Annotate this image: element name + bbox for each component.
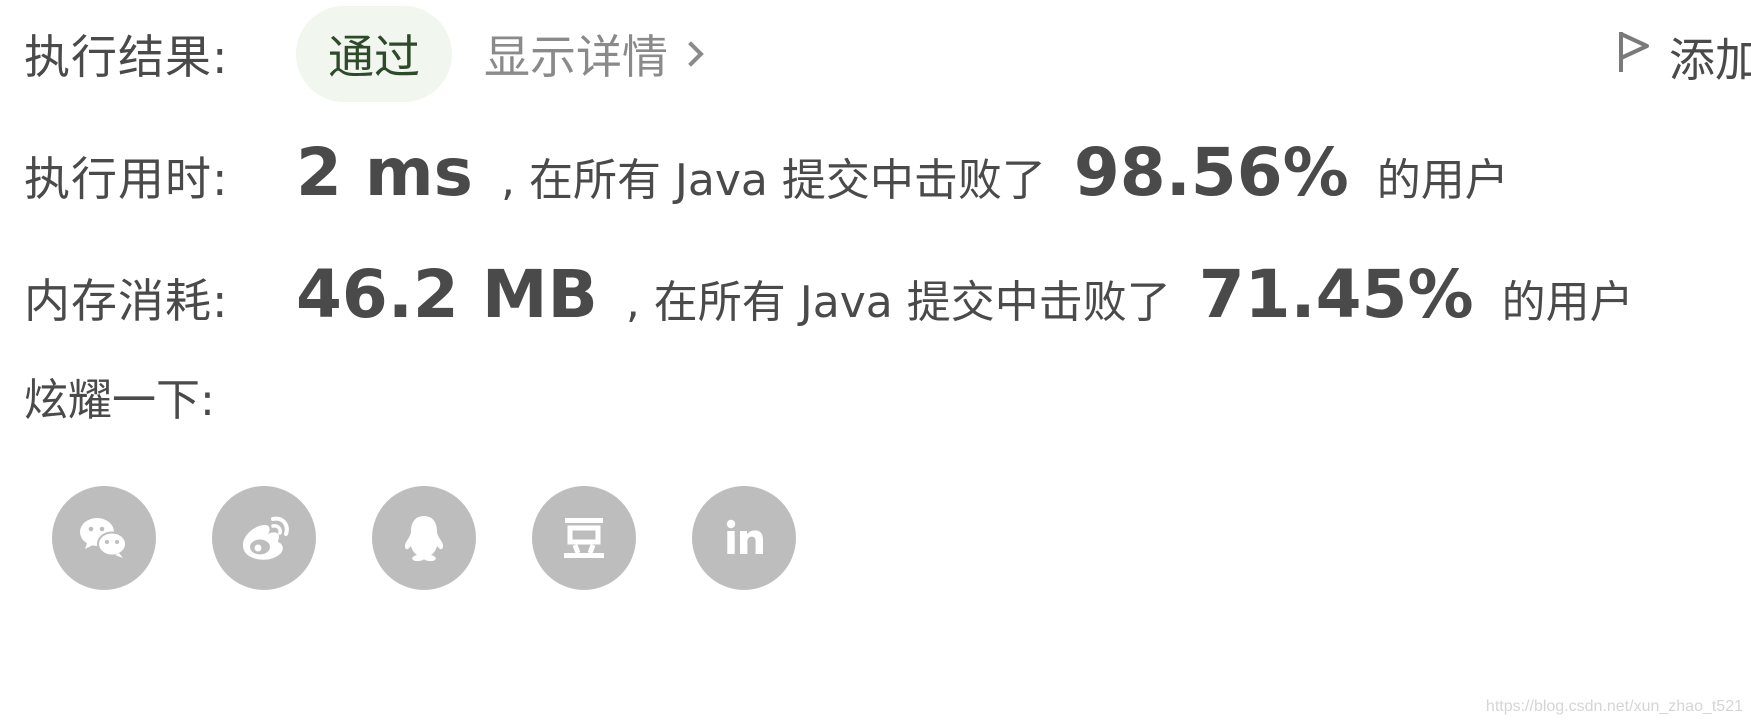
douban-icon — [564, 518, 604, 558]
submission-result-panel: 执行结果: 通过 显示详情 添加 执行用时: 2 ms , 在所有 Java 提… — [0, 0, 1751, 722]
watermark: https://blog.csdn.net/xun_zhao_t521 — [1485, 698, 1743, 715]
wechat-share-button[interactable] — [52, 486, 156, 590]
memory-value: 46.2 MB — [296, 256, 598, 333]
runtime-label: 执行用时: — [24, 152, 229, 206]
share-icons — [52, 486, 852, 590]
memory-percent: 71.45% — [1198, 256, 1474, 333]
linkedin-icon — [726, 519, 763, 554]
linkedin-share-button[interactable] — [692, 486, 796, 590]
wechat-icon — [80, 518, 127, 558]
runtime-beat-text: , 在所有 Java 提交中击败了 — [500, 155, 1046, 206]
share-label: 炫耀一下: — [24, 375, 215, 426]
runtime-percent: 98.56% — [1073, 134, 1349, 211]
weibo-icon — [243, 516, 289, 560]
runtime-value: 2 ms — [296, 134, 473, 211]
douban-share-button[interactable] — [532, 486, 636, 590]
qq-icon — [404, 516, 444, 562]
add-note-button[interactable]: 添加 — [1617, 24, 1751, 90]
runtime-suffix: 的用户 — [1376, 155, 1509, 206]
result-label: 执行结果: — [24, 30, 229, 84]
memory-beat-text: , 在所有 Java 提交中击败了 — [625, 277, 1171, 328]
show-details-link[interactable]: 显示详情 — [484, 21, 704, 87]
memory-suffix: 的用户 — [1501, 277, 1634, 328]
share-row: 炫耀一下: — [24, 364, 215, 428]
memory-label: 内存消耗: — [24, 274, 229, 328]
runtime-row: 执行用时: 2 ms , 在所有 Java 提交中击败了 98.56% 的用户 — [24, 134, 1509, 211]
add-note-label: 添加 — [1669, 33, 1751, 87]
memory-row: 内存消耗: 46.2 MB , 在所有 Java 提交中击败了 71.45% 的… — [24, 256, 1634, 333]
chevron-right-icon — [678, 41, 704, 67]
qq-share-button[interactable] — [372, 486, 476, 590]
weibo-share-button[interactable] — [212, 486, 316, 590]
show-details-label: 显示详情 — [484, 30, 668, 84]
status-badge: 通过 — [296, 6, 452, 102]
result-row: 执行结果: 通过 显示详情 — [24, 6, 704, 102]
flag-icon — [1617, 30, 1651, 85]
